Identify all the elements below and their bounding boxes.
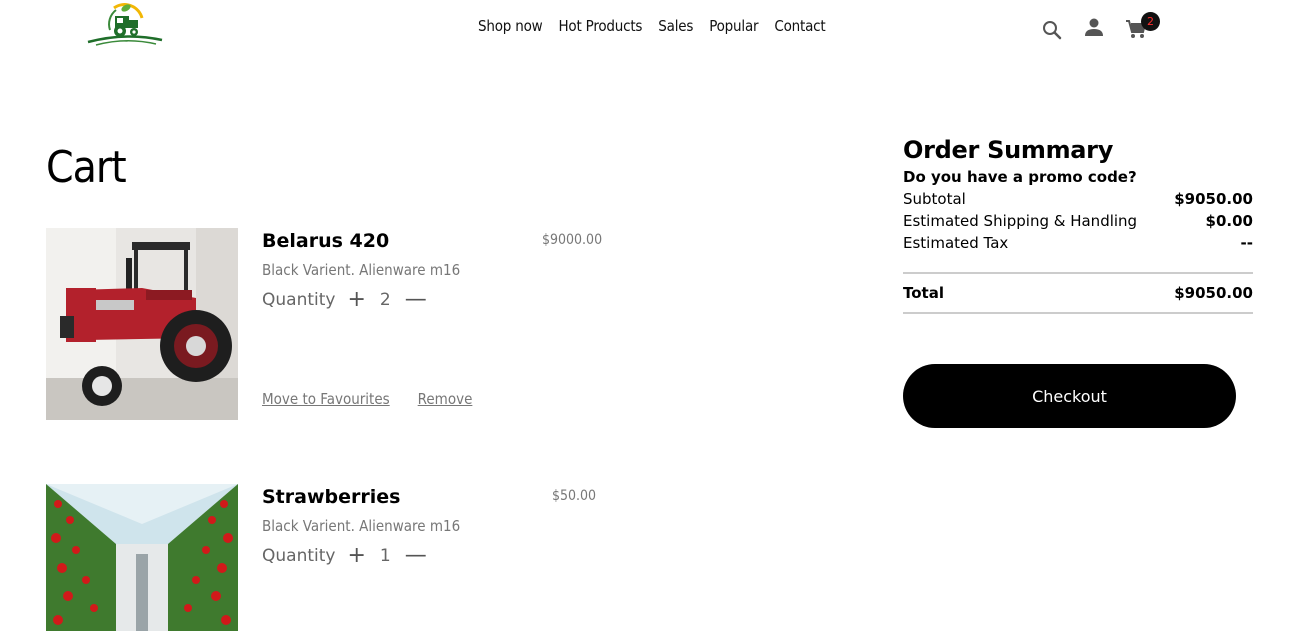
product-variant: Black Varient. Alienware m16: [262, 261, 461, 279]
user-icon[interactable]: [1082, 16, 1106, 40]
quantity-stepper: Quantity + 2 —: [262, 289, 427, 311]
quantity-value: 2: [379, 290, 391, 310]
nav-popular[interactable]: Popular: [709, 17, 758, 35]
nav-shop-now[interactable]: Shop now: [478, 17, 543, 35]
nav-hot-products[interactable]: Hot Products: [558, 17, 642, 35]
total-section: Total $9050.00: [903, 272, 1253, 314]
product-image-tractor[interactable]: [46, 228, 238, 420]
search-icon[interactable]: [1040, 16, 1064, 40]
cart-item: Strawberries Black Varient. Alienware m1…: [46, 484, 616, 631]
total-row: Total $9050.00: [903, 284, 1253, 302]
product-name[interactable]: Strawberries: [262, 486, 400, 508]
cart-count-badge: 2: [1141, 12, 1160, 31]
product-name[interactable]: Belarus 420: [262, 230, 389, 252]
main-nav: Shop now Hot Products Sales Popular Cont…: [478, 17, 826, 35]
quantity-value: 1: [379, 546, 391, 566]
header-icons: 2: [1040, 12, 1160, 40]
total-label: Total: [903, 284, 944, 302]
quantity-plus-button[interactable]: +: [347, 545, 365, 567]
cart-icon[interactable]: 2: [1124, 12, 1160, 40]
shipping-value: $0.00: [1205, 212, 1253, 230]
product-variant: Black Varient. Alienware m16: [262, 517, 461, 535]
product-price: $50.00: [552, 488, 597, 504]
quantity-stepper: Quantity + 1 —: [262, 545, 427, 567]
cart-item: Belarus 420 Black Varient. Alienware m16…: [46, 228, 616, 420]
quantity-plus-button[interactable]: +: [347, 289, 365, 311]
total-value: $9050.00: [1174, 284, 1253, 302]
promo-code-link[interactable]: Do you have a promo code?: [903, 168, 1253, 186]
order-summary: Order Summary Do you have a promo code? …: [903, 136, 1253, 428]
remove-link[interactable]: Remove: [418, 390, 473, 408]
nav-contact[interactable]: Contact: [774, 17, 825, 35]
shipping-label: Estimated Shipping & Handling: [903, 212, 1138, 230]
subtotal-row: Subtotal $9050.00: [903, 190, 1253, 208]
subtotal-label: Subtotal: [903, 190, 966, 208]
subtotal-value: $9050.00: [1174, 190, 1253, 208]
product-price: $9000.00: [542, 232, 603, 248]
summary-title: Order Summary: [903, 136, 1114, 164]
tractor-logo-icon[interactable]: [86, 2, 164, 46]
move-to-favourites-link[interactable]: Move to Favourites: [262, 390, 390, 408]
quantity-minus-button[interactable]: —: [405, 545, 427, 567]
shipping-row: Estimated Shipping & Handling $0.00: [903, 212, 1253, 230]
product-image-strawberries[interactable]: [46, 484, 238, 631]
item-actions: Move to Favourites Remove: [262, 390, 472, 408]
nav-sales[interactable]: Sales: [658, 17, 693, 35]
tax-value: --: [1240, 234, 1253, 252]
tax-row: Estimated Tax --: [903, 234, 1253, 252]
checkout-button[interactable]: Checkout: [903, 364, 1236, 428]
page-title: Cart: [46, 142, 127, 193]
tax-label: Estimated Tax: [903, 234, 1009, 252]
quantity-label: Quantity: [262, 546, 336, 566]
quantity-minus-button[interactable]: —: [405, 289, 427, 311]
quantity-label: Quantity: [262, 290, 336, 310]
